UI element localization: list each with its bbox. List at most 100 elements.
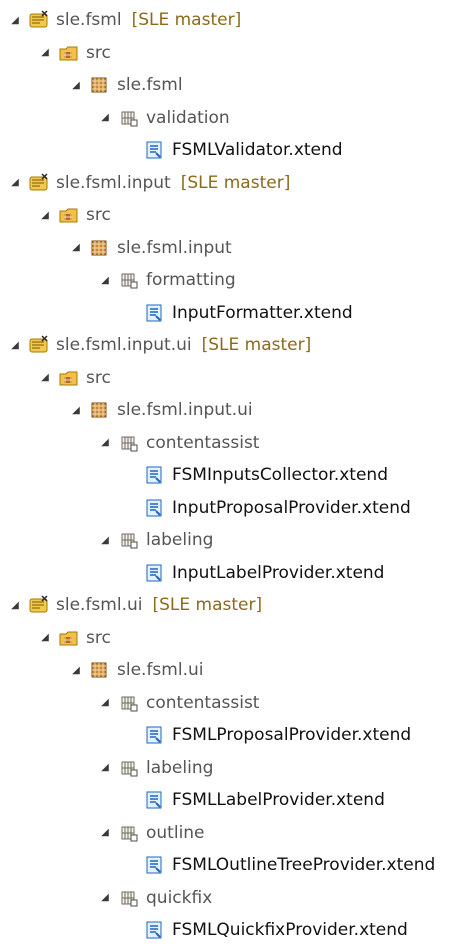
- tree-row[interactable]: ◢ sle.fsml.ui [SLE master]: [0, 589, 468, 621]
- tree-row[interactable]: FSMLQuickfixProvider.xtend: [0, 914, 468, 946]
- tree-row[interactable]: ◢ sle.fsml.input.ui [SLE master]: [0, 329, 468, 361]
- subpackage-icon: [118, 888, 140, 908]
- source-folder-icon: [58, 43, 80, 63]
- tree-row-label: formatting: [146, 270, 236, 290]
- tree-row[interactable]: FSMInputsCollector.xtend: [0, 459, 468, 491]
- tree-row[interactable]: ◢ contentassist: [0, 427, 468, 459]
- tree-row-label: validation: [146, 107, 230, 128]
- xtend-file-icon: [144, 140, 166, 160]
- tree-row[interactable]: ◢ formatting: [0, 264, 468, 296]
- triangle-expanded-icon[interactable]: ◢: [69, 405, 83, 416]
- tree-row[interactable]: ◢ sle.fsml [SLE master]: [0, 4, 468, 36]
- tree-row-label: FSMLProposalProvider.xtend: [172, 725, 412, 745]
- triangle-expanded-icon[interactable]: ◢: [98, 535, 112, 546]
- triangle-expanded-icon[interactable]: ◢: [98, 827, 112, 838]
- tree-row[interactable]: FSMLLabelProvider.xtend: [0, 784, 468, 816]
- xtend-file-icon: [144, 465, 166, 485]
- source-folder-icon: [58, 205, 80, 225]
- tree-row[interactable]: ◢ sle.fsml.input: [0, 232, 468, 264]
- triangle-expanded-icon[interactable]: ◢: [98, 275, 112, 286]
- triangle-expanded-icon[interactable]: ◢: [98, 892, 112, 903]
- triangle-expanded-icon[interactable]: ◢: [8, 177, 22, 188]
- tree-row[interactable]: ◢ sle.fsml: [0, 69, 468, 101]
- package-icon: [89, 75, 111, 95]
- tree-row-label: InputFormatter.xtend: [172, 302, 353, 323]
- tree-row[interactable]: InputLabelProvider.xtend: [0, 557, 468, 589]
- triangle-expanded-icon[interactable]: ◢: [8, 600, 22, 611]
- tree-row-label: InputProposalProvider.xtend: [172, 497, 411, 518]
- tree-row-label: FSMLOutlineTreeProvider.xtend: [172, 855, 436, 875]
- tree-row-label: sle.fsml: [117, 75, 183, 95]
- triangle-expanded-icon[interactable]: ◢: [98, 112, 112, 123]
- tree-row[interactable]: ◢ sle.fsml.ui: [0, 654, 468, 686]
- tree-row-label: labeling: [146, 757, 214, 778]
- tree-row-label: sle.fsml.input: [117, 237, 232, 258]
- xtend-file-icon: [144, 303, 166, 323]
- triangle-expanded-icon[interactable]: ◢: [38, 47, 52, 58]
- source-folder-icon: [58, 368, 80, 388]
- git-branch-label: [SLE master]: [152, 595, 263, 615]
- tree-row[interactable]: ◢ src: [0, 362, 468, 394]
- tree-row-label: src: [86, 205, 111, 225]
- tree-row-label: sle.fsml.input: [56, 172, 171, 193]
- subpackage-icon: [118, 693, 140, 713]
- tree-row-label: src: [86, 367, 111, 388]
- package-icon: [89, 660, 111, 680]
- tree-row-label: InputLabelProvider.xtend: [172, 562, 385, 583]
- project-repo-icon: [28, 335, 50, 355]
- tree-row[interactable]: InputProposalProvider.xtend: [0, 492, 468, 524]
- tree-row[interactable]: ◢ src: [0, 37, 468, 69]
- tree-row-label: FSMInputsCollector.xtend: [172, 465, 388, 485]
- triangle-expanded-icon[interactable]: ◢: [69, 80, 83, 91]
- triangle-expanded-icon[interactable]: ◢: [8, 340, 22, 351]
- triangle-expanded-icon[interactable]: ◢: [98, 437, 112, 448]
- project-repo-icon: [28, 595, 50, 615]
- tree-row-label: FSMLLabelProvider.xtend: [172, 790, 385, 810]
- tree-row[interactable]: ◢ sle.fsml.input.ui: [0, 394, 468, 426]
- xtend-file-icon: [144, 855, 166, 875]
- tree-row[interactable]: InputFormatter.xtend: [0, 297, 468, 329]
- subpackage-icon: [118, 758, 140, 778]
- triangle-expanded-icon[interactable]: ◢: [69, 665, 83, 676]
- xtend-file-icon: [144, 498, 166, 518]
- tree-row[interactable]: ◢ src: [0, 199, 468, 231]
- tree-row[interactable]: ◢ labeling: [0, 752, 468, 784]
- source-folder-icon: [58, 628, 80, 648]
- tree-row-label: src: [86, 627, 111, 648]
- triangle-expanded-icon[interactable]: ◢: [38, 210, 52, 221]
- triangle-expanded-icon[interactable]: ◢: [98, 697, 112, 708]
- project-repo-icon: [28, 172, 50, 193]
- tree-row[interactable]: ◢ src: [0, 622, 468, 654]
- tree-row-label: contentassist: [146, 692, 260, 713]
- tree-row-label: sle.fsml.input.ui: [56, 335, 192, 355]
- xtend-file-icon: [144, 563, 166, 583]
- tree-row[interactable]: ◢ labeling: [0, 524, 468, 556]
- tree-row[interactable]: ◢ outline: [0, 817, 468, 849]
- triangle-expanded-icon[interactable]: ◢: [38, 372, 52, 383]
- tree-row[interactable]: FSMLProposalProvider.xtend: [0, 719, 468, 751]
- package-icon: [89, 238, 111, 258]
- subpackage-icon: [118, 433, 140, 453]
- triangle-expanded-icon[interactable]: ◢: [38, 632, 52, 643]
- subpackage-icon: [118, 270, 140, 290]
- tree-row-label: outline: [146, 822, 205, 843]
- tree-row-label: sle.fsml.ui: [117, 660, 204, 680]
- triangle-expanded-icon[interactable]: ◢: [8, 15, 22, 26]
- tree-row[interactable]: FSMLValidator.xtend: [0, 134, 468, 166]
- tree-row[interactable]: ◢ contentassist: [0, 687, 468, 719]
- git-branch-label: [SLE master]: [180, 172, 291, 193]
- package-icon: [89, 400, 111, 420]
- tree-row[interactable]: ◢ sle.fsml.input [SLE master]: [0, 167, 468, 199]
- tree-row[interactable]: ◢ validation: [0, 102, 468, 134]
- git-branch-label: [SLE master]: [201, 335, 312, 355]
- tree-row-label: sle.fsml.input.ui: [117, 400, 253, 420]
- xtend-file-icon: [144, 790, 166, 810]
- tree-row[interactable]: FSMLOutlineTreeProvider.xtend: [0, 849, 468, 881]
- tree-row-label: FSMLValidator.xtend: [172, 140, 343, 160]
- tree-row-label: contentassist: [146, 432, 260, 453]
- tree-row[interactable]: ◢ quickfix: [0, 882, 468, 914]
- triangle-expanded-icon[interactable]: ◢: [98, 762, 112, 773]
- subpackage-icon: [118, 823, 140, 843]
- triangle-expanded-icon[interactable]: ◢: [69, 242, 83, 253]
- tree-row-label: sle.fsml.ui: [56, 595, 143, 615]
